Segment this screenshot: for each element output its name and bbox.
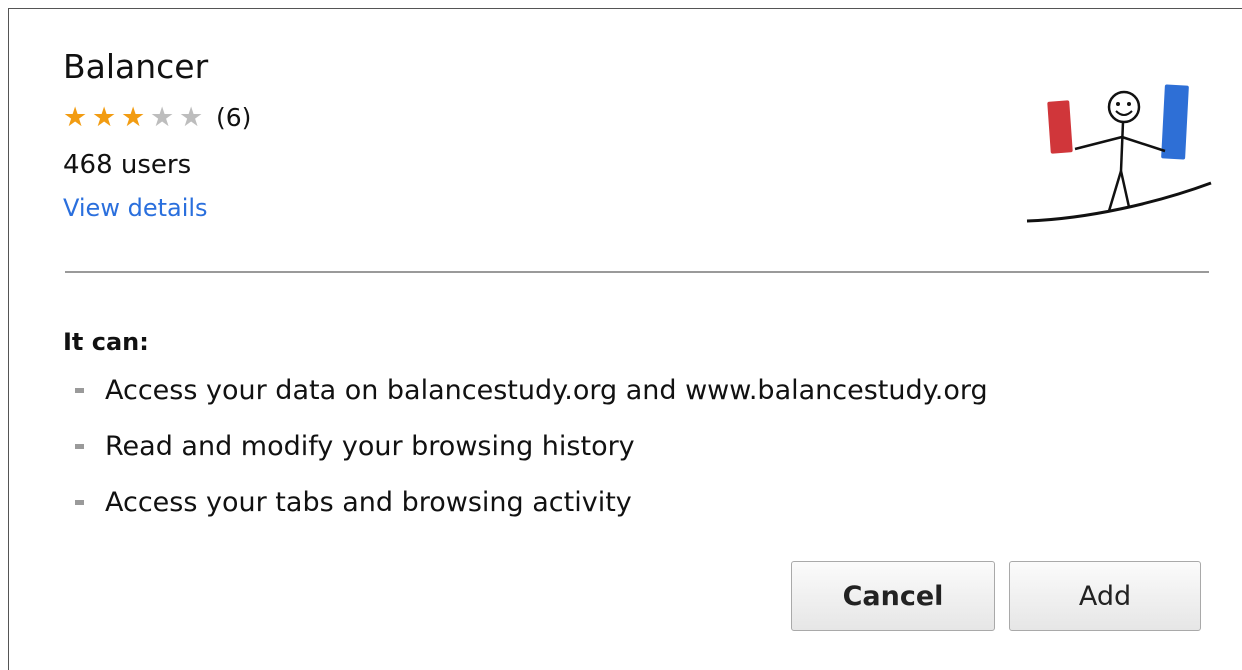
rating-row: ★ ★ ★ ★ ★ (6) — [63, 103, 251, 133]
stick-figure-balancing-icon — [1026, 84, 1212, 223]
star-rating: ★ ★ ★ ★ ★ — [63, 103, 208, 133]
section-divider — [65, 271, 1209, 273]
install-extension-dialog: Balancer ★ ★ ★ ★ ★ (6) 468 users View de… — [8, 8, 1242, 670]
rating-count: (6) — [216, 103, 252, 132]
cancel-button[interactable]: Cancel — [791, 561, 995, 631]
bullet-icon — [75, 444, 84, 449]
permission-item: Read and modify your browsing history — [75, 427, 988, 483]
permission-text: Read and modify your browsing history — [105, 431, 635, 462]
permission-text: Access your data on balancestudy.org and… — [105, 375, 988, 406]
view-details-link[interactable]: View details — [63, 193, 208, 223]
permissions-heading: It can: — [63, 328, 149, 356]
permission-item: Access your tabs and browsing activity — [75, 483, 988, 539]
star-filled-icon: ★ — [63, 102, 88, 133]
star-filled-icon: ★ — [92, 102, 117, 133]
user-count: 468 users — [63, 150, 192, 180]
extension-name: Balancer — [63, 47, 209, 86]
permission-text: Access your tabs and browsing activity — [105, 487, 632, 518]
add-button[interactable]: Add — [1009, 561, 1201, 631]
star-empty-icon: ★ — [150, 102, 175, 133]
bullet-icon — [75, 388, 84, 393]
star-filled-icon: ★ — [121, 102, 146, 133]
permission-item: Access your data on balancestudy.org and… — [75, 371, 988, 427]
permissions-list: Access your data on balancestudy.org and… — [75, 371, 988, 539]
star-empty-icon: ★ — [179, 102, 204, 133]
bullet-icon — [75, 500, 84, 505]
